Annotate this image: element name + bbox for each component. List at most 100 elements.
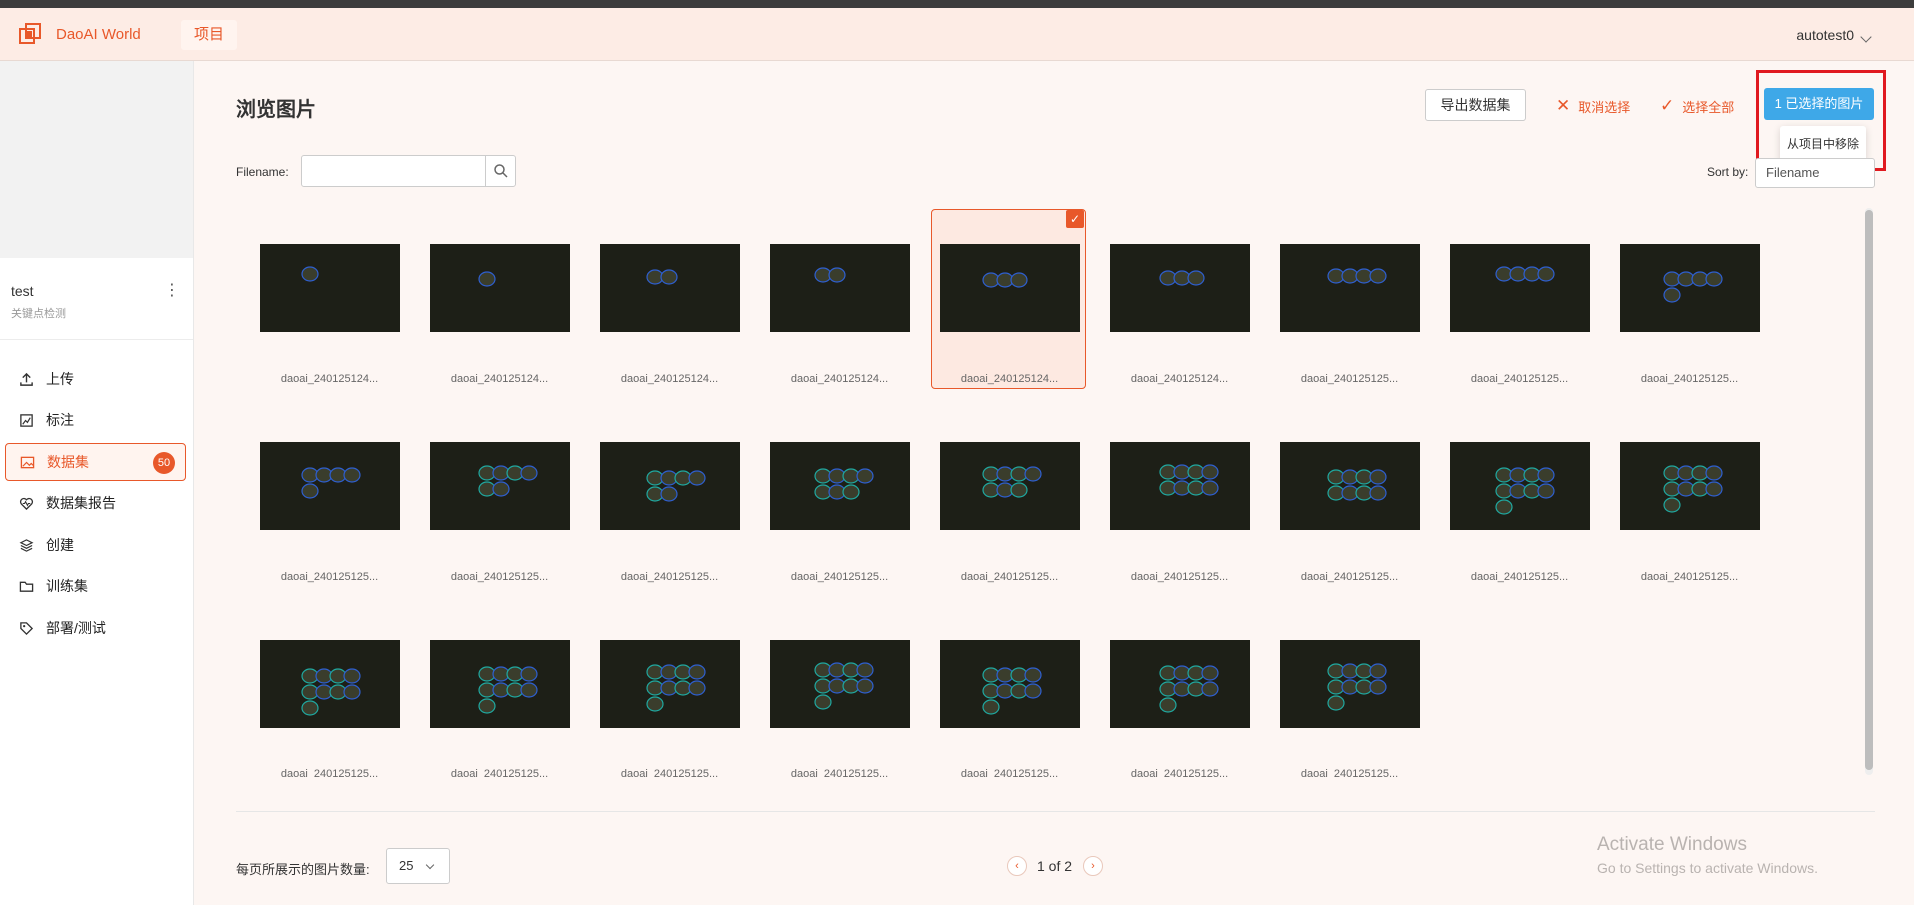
image-filename: daoai_240125124... (620, 373, 719, 385)
image-thumbnail[interactable] (260, 244, 400, 332)
more-options-icon[interactable]: ⋮ (164, 280, 180, 300)
image-thumbnail[interactable] (1620, 442, 1760, 530)
upload-icon (18, 371, 34, 387)
image-thumbnail[interactable] (1280, 640, 1420, 728)
image-thumbnail[interactable] (430, 640, 570, 728)
sidebar-item-label: 部署/测试 (46, 620, 106, 636)
image-thumbnail[interactable] (1450, 442, 1590, 530)
image-card[interactable]: daoai_240125125... (591, 407, 746, 587)
image-card[interactable]: daoai_240125125... (931, 407, 1086, 587)
image-thumbnail[interactable] (1110, 442, 1250, 530)
image-thumbnail[interactable] (600, 244, 740, 332)
filename-label: Filename: (236, 165, 289, 179)
image-card[interactable]: daoai_240125125... (1611, 407, 1766, 587)
annotate-icon (18, 412, 34, 428)
brand-name[interactable]: DaoAI World (56, 26, 141, 43)
prev-page-button[interactable]: ‹ (1007, 856, 1027, 876)
layers-icon (18, 537, 34, 553)
image-card[interactable]: daoai_240125125... (1271, 407, 1426, 587)
project-banner-image (0, 61, 193, 258)
image-card[interactable]: daoai_240125124... (421, 209, 576, 389)
image-card[interactable]: daoai_240125125... (761, 407, 916, 587)
tag-icon (18, 620, 34, 636)
image-card[interactable]: daoai_240125124... (1101, 209, 1256, 389)
image-filename: daoai_240125125... (1300, 571, 1399, 583)
image-thumbnail[interactable] (940, 442, 1080, 530)
sidebar-item-upload[interactable]: 上传 (5, 360, 186, 398)
select-all-button[interactable]: ✓ 选择全部 (1660, 96, 1734, 116)
image-thumbnail[interactable] (600, 640, 740, 728)
image-thumbnail[interactable] (1110, 640, 1250, 728)
deselect-label: 取消选择 (1578, 99, 1631, 115)
image-filename: daoai_240125124... (280, 373, 379, 385)
image-card[interactable]: daoai_240125124... (251, 209, 406, 389)
image-card[interactable]: daoai_240125124... (591, 209, 746, 389)
image-thumbnail[interactable] (430, 244, 570, 332)
image-card[interactable]: daoai_240125125... (421, 605, 576, 785)
dataset-count-badge: 50 (153, 452, 175, 474)
image-card[interactable]: daoai_240125124... ✓ (931, 209, 1086, 389)
deselect-button[interactable]: ✕ 取消选择 (1556, 96, 1630, 116)
image-card[interactable]: daoai_240125125... (251, 407, 406, 587)
image-thumbnail[interactable] (1280, 442, 1420, 530)
image-thumbnail[interactable] (260, 442, 400, 530)
chevron-down-icon[interactable] (1860, 31, 1872, 43)
image-card[interactable]: daoai_240125125... (761, 605, 916, 785)
image-card[interactable]: daoai_240125125... (1441, 209, 1596, 389)
sidebar-item-label: 训练集 (46, 578, 88, 594)
user-menu[interactable]: autotest0 (1796, 27, 1854, 43)
image-thumbnail[interactable] (940, 244, 1080, 332)
image-filename: daoai_240125124... (450, 373, 549, 385)
image-filename: daoai_240125125... (1300, 373, 1399, 385)
check-icon: ✓ (1660, 96, 1675, 115)
image-thumbnail[interactable] (770, 640, 910, 728)
image-thumbnail[interactable] (1620, 244, 1760, 332)
image-thumbnail[interactable] (1280, 244, 1420, 332)
sidebar-item-training-set[interactable]: 训练集 (5, 567, 186, 605)
selected-check-icon[interactable]: ✓ (1066, 210, 1084, 228)
sidebar-item-annotate[interactable]: 标注 (5, 401, 186, 439)
image-thumbnail[interactable] (430, 442, 570, 530)
per-page-label: 每页所展示的图片数量: (236, 862, 370, 877)
sidebar-item-label: 上传 (46, 371, 74, 387)
image-thumbnail[interactable] (1110, 244, 1250, 332)
next-page-button[interactable]: › (1083, 856, 1103, 876)
sidebar-item-label: 创建 (46, 537, 74, 553)
sidebar-item-dataset-report[interactable]: 数据集报告 (5, 484, 186, 522)
filename-search-input[interactable] (301, 155, 486, 187)
image-thumbnail[interactable] (940, 640, 1080, 728)
image-filename: daoai_240125125... (620, 571, 719, 583)
image-card[interactable]: daoai_240125124... (761, 209, 916, 389)
image-card[interactable]: daoai_240125125... (931, 605, 1086, 785)
sidebar-item-label: 标注 (46, 412, 74, 428)
image-card[interactable]: daoai_240125125... (1441, 407, 1596, 587)
image-card[interactable]: daoai_240125125... (1101, 407, 1256, 587)
per-page-select[interactable]: 25 (386, 848, 450, 884)
image-thumbnail[interactable] (1450, 244, 1590, 332)
image-card[interactable]: daoai_240125125... (591, 605, 746, 785)
image-thumbnail[interactable] (770, 244, 910, 332)
image-thumbnail[interactable] (600, 442, 740, 530)
image-thumbnail[interactable] (770, 442, 910, 530)
highlight-box (1756, 70, 1886, 171)
sort-by-select[interactable]: Filename (1755, 158, 1875, 188)
image-card[interactable]: daoai_240125125... (421, 407, 576, 587)
image-filename: daoai_240125125... (280, 571, 379, 583)
scrollbar-thumb[interactable] (1865, 210, 1873, 770)
image-card[interactable]: daoai_240125125... (251, 605, 406, 785)
image-card[interactable]: daoai_240125125... (1611, 209, 1766, 389)
sidebar-item-create[interactable]: 创建 (5, 526, 186, 564)
heart-pulse-icon (18, 495, 34, 511)
sidebar-item-dataset[interactable]: 数据集 50 (5, 443, 186, 481)
search-icon (494, 164, 508, 178)
project-name: test (11, 283, 34, 299)
sidebar-item-deploy-test[interactable]: 部署/测试 (5, 609, 186, 647)
image-thumbnail[interactable] (260, 640, 400, 728)
search-button[interactable] (485, 155, 516, 187)
nav-tab-projects[interactable]: 项目 (181, 20, 237, 50)
select-all-label: 选择全部 (1682, 99, 1735, 115)
image-card[interactable]: daoai_240125125... (1271, 605, 1426, 785)
image-card[interactable]: daoai_240125125... (1101, 605, 1256, 785)
image-card[interactable]: daoai_240125125... (1271, 209, 1426, 389)
export-dataset-button[interactable]: 导出数据集 (1425, 89, 1526, 121)
